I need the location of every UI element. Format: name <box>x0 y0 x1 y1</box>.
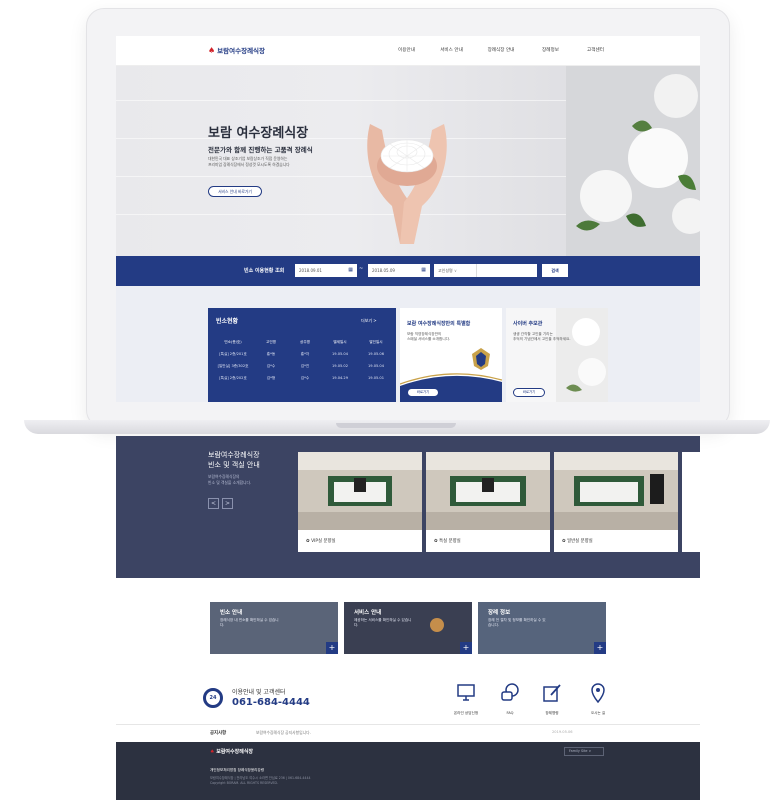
room-card-vip[interactable]: ✿ VIP실 분향실 <box>298 452 422 552</box>
footer-address: 보람여수장례식장 | 전라남도 여수시 소라면 안심로 236 | 061-68… <box>210 776 311 785</box>
map-pin-icon <box>591 683 605 704</box>
status-title: 빈소현황 <box>216 318 239 325</box>
footer-logo: ♠ 보람여수장례식장 <box>210 749 254 755</box>
notice-label: 공지사항 <box>210 731 227 736</box>
date-to-field[interactable]: 2018.05.09 ▦ <box>368 264 430 277</box>
date-range-separator: ~ <box>359 266 364 272</box>
calendar-icon[interactable]: ▦ <box>421 264 426 277</box>
hero-subtitle: 전문가와 함께 진행하는 고품격 장례식 <box>208 146 313 154</box>
hero-title: 보람 여수장례식장 <box>208 126 309 141</box>
footer-links[interactable]: 개인정보처리방침 장례식장윤리강령 <box>210 768 264 773</box>
table-row[interactable]: [특실] 2층/202호 김*형 김*수 19.04.29 19.05.01 <box>212 372 394 384</box>
logo-text: 보람여수장례식장 <box>217 47 266 55</box>
contact-phone[interactable]: 061-684-4444 <box>232 697 310 708</box>
chevron-down-icon: ∨ <box>588 749 592 753</box>
nav-item-usage[interactable]: 이용안내 <box>384 47 429 53</box>
chrysanthemum-image <box>566 66 700 256</box>
logo-icon: ♠ <box>208 45 216 55</box>
hands-flower-image <box>367 124 447 244</box>
candle-glow <box>430 618 444 632</box>
main-nav: 이용안내 서비스 안내 장례식장 안내 장례정보 고객센터 <box>384 47 618 53</box>
room-photo <box>426 452 550 530</box>
room-search-bar: 빈소 이용현황 조회 2018.09.01 ▦ ~ 2018.05.09 ▦ 고… <box>116 256 700 286</box>
rooms-title: 보람여수장례식장 빈소 및 객실 안내 <box>208 451 260 469</box>
contact-label: 이용안내 및 고객센터 <box>232 689 286 696</box>
quicklink-funeral-info[interactable]: 장례 정보 장례 전 절차 및 정보를 확인하실 수 있습니다. + <box>478 602 606 654</box>
hero-description: 대한민국 대표 상조기업 보람상조가 직접 운영하는 프리미엄 장례식장에서 정… <box>208 156 290 167</box>
pencil-edit-icon <box>543 684 561 702</box>
monitor-icon <box>457 684 475 701</box>
service-funeral-order[interactable]: 장례명령 <box>532 682 572 716</box>
card-description: 생생 간직할 고인을 기리는 추억의 기념관에서 고인을 추억하세요. <box>513 332 571 341</box>
room-status-board: 빈소현황 더보기 > 빈소(층/호) 고인명 상주명 별세일시 발인일시 [특실… <box>208 308 396 402</box>
site-logo[interactable]: ♠ 보람여수장례식장 <box>208 45 266 56</box>
carousel-prev-button[interactable]: < <box>208 498 219 509</box>
rooms-description: 보람여수장례식장의 빈소 및 객실을 소개합니다. <box>208 474 252 485</box>
plus-icon[interactable]: + <box>594 642 606 654</box>
hero-banner: 보람 여수장례식장 전문가와 함께 진행하는 고품격 장례식 대한민국 대표 상… <box>116 66 700 256</box>
support-24-icon: 24 <box>203 688 223 708</box>
card-description: 보람 직영장례식장만의 스페셜 서비스를 소개합니다. <box>407 332 451 341</box>
chat-question-icon <box>501 683 519 701</box>
flower-icon: ✿ <box>562 539 566 544</box>
nav-item-info[interactable]: 장례정보 <box>528 47 573 53</box>
nav-item-service[interactable]: 서비스 안내 <box>429 47 474 53</box>
search-type-select[interactable]: 고인성명 ∨ <box>434 264 476 277</box>
memorial-flower-image <box>556 308 608 402</box>
search-label: 빈소 이용현황 조회 <box>244 268 285 274</box>
status-more-link[interactable]: 더보기 > <box>361 318 377 324</box>
service-faq[interactable]: FAQ <box>490 682 530 715</box>
site-footer: ♠ 보람여수장례식장 Family Site ∨ 개인정보처리방침 장례식장윤리… <box>116 742 700 800</box>
family-site-select[interactable]: Family Site ∨ <box>564 747 604 756</box>
notice-text[interactable]: 보람여수장례식장 공지사항입니다. <box>256 730 311 736</box>
service-online-consult[interactable]: 온라인 상담신청 <box>446 682 486 716</box>
table-header: 빈소(층/호) 고인명 상주명 별세일시 발인일시 <box>224 339 383 344</box>
card-title: 보람 여수장례식장만의 특별함 <box>407 321 471 327</box>
memorial-card-button[interactable]: 바로가기 <box>513 388 545 397</box>
laptop-screen: ♠ 보람여수장례식장 이용안내 서비스 안내 장례식장 안내 장례정보 고객센터… <box>116 36 700 402</box>
plus-icon[interactable]: + <box>460 642 472 654</box>
nav-item-support[interactable]: 고객센터 <box>573 47 618 53</box>
content-section: 빈소현황 더보기 > 빈소(층/호) 고인명 상주명 별세일시 발인일시 [특실… <box>116 286 700 402</box>
table-row[interactable]: [특실] 2층/201호 홍*동 홍*자 19.05.04 19.05.06 <box>212 348 394 360</box>
cyber-memorial-card: 사이버 추모관 생생 간직할 고인을 기리는 추억의 기념관에서 고인을 추억하… <box>506 308 608 402</box>
search-input[interactable] <box>476 264 537 277</box>
card-title: 사이버 추모관 <box>513 321 543 327</box>
service-directions[interactable]: 오시는 길 <box>578 682 618 716</box>
room-card-partial <box>682 452 700 552</box>
status-table: 빈소(층/호) 고인명 상주명 별세일시 발인일시 [특실] 2층/201호 홍… <box>212 336 394 384</box>
nav-item-facility[interactable]: 장례식장 안내 <box>474 47 528 53</box>
chevron-down-icon: ∨ <box>454 268 457 273</box>
laptop-notch <box>336 423 456 428</box>
carousel-next-button[interactable]: > <box>222 498 233 509</box>
special-service-card: 보람 여수장례식장만의 특별함 보람 직영장례식장만의 스페셜 서비스를 소개합… <box>400 308 502 402</box>
notice-date: 2019.05.06 <box>552 730 573 734</box>
flower-icon: ✿ <box>306 539 310 544</box>
quicklink-rooms[interactable]: 빈소 안내 장례식장 내 빈소를 확인하실 수 있습니다. + <box>210 602 338 654</box>
rooms-carousel-controls: < > <box>208 498 233 509</box>
flower-icon: ✿ <box>434 539 438 544</box>
room-photo <box>554 452 678 530</box>
table-row[interactable]: [일반실] 3층/302호 김*수 김*진 19.05.02 19.05.04 <box>212 360 394 372</box>
room-card-special[interactable]: ✿ 특실 분향실 <box>426 452 550 552</box>
room-card-general[interactable]: ✿ 일반실 분향실 <box>554 452 678 552</box>
logo-icon: ♠ <box>210 749 215 755</box>
rooms-section: 보람여수장례식장 빈소 및 객실 안내 보람여수장례식장의 빈소 및 객실을 소… <box>116 436 700 578</box>
site-header: ♠ 보람여수장례식장 이용안내 서비스 안내 장례식장 안내 장례정보 고객센터 <box>116 36 700 66</box>
hero-service-button[interactable]: 서비스 안내 바로가기 <box>208 186 262 197</box>
date-from-field[interactable]: 2018.09.01 ▦ <box>295 264 357 277</box>
special-card-button[interactable]: 바로가기 <box>407 388 439 397</box>
calendar-icon[interactable]: ▦ <box>348 264 353 277</box>
notice-bar: 공지사항 보람여수장례식장 공지사항입니다. 2019.05.06 <box>116 724 700 742</box>
search-button[interactable]: 검색 <box>542 264 568 277</box>
room-photo <box>298 452 422 530</box>
quicklink-services[interactable]: 서비스 안내 제공하는 서비스를 확인하실 수 있습니다. + <box>344 602 472 654</box>
plus-icon[interactable]: + <box>326 642 338 654</box>
